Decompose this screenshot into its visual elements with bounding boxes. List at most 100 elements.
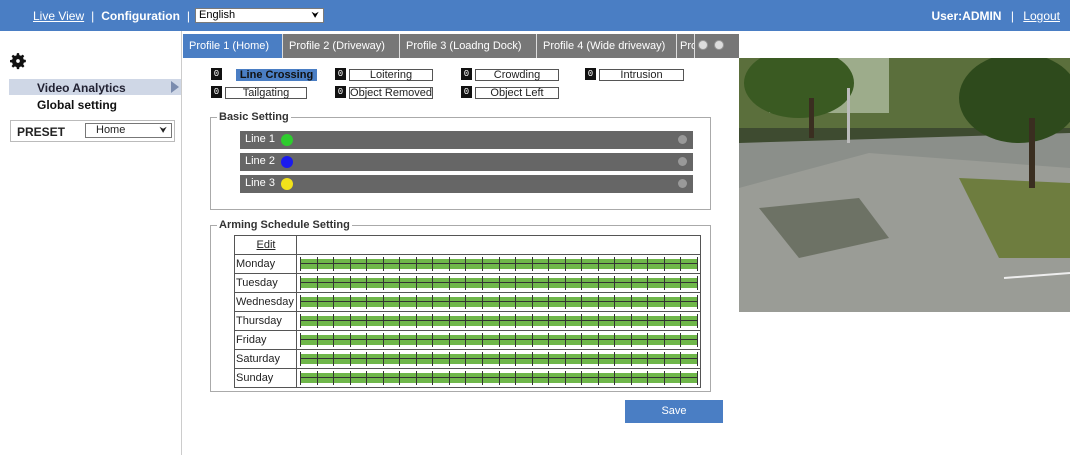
hour-tick [597,371,599,385]
detection-label: Object Left [475,87,559,99]
hour-tick [697,371,698,385]
schedule-bar[interactable] [300,276,698,290]
schedule-row[interactable]: Monday [234,254,701,274]
tab-profile-3[interactable]: Profile 3 (Loadng Dock) [400,34,537,58]
schedule-bar[interactable] [300,257,698,271]
hour-tick [349,352,351,366]
schedule-bar-cell[interactable] [296,273,701,293]
chevron-down-icon: ⮟ [159,125,167,135]
tab-profile-2[interactable]: Profile 2 (Driveway) [283,34,400,58]
bar-midline [300,263,697,264]
hour-tick [680,333,682,347]
schedule-bar[interactable] [300,333,698,347]
preset-select[interactable]: Home ⮟ [85,123,172,138]
detection-label: Line Crossing [236,69,317,81]
hour-tick [316,352,318,366]
live-view-link[interactable]: Live View [33,9,84,23]
hour-tick [498,371,500,385]
schedule-bar[interactable] [300,314,698,328]
hour-tick [481,371,483,385]
tab-profile-1[interactable]: Profile 1 (Home) [183,34,283,58]
line-row-3[interactable]: Line 3 [240,175,693,193]
schedule-row[interactable]: Tuesday [234,273,701,293]
hour-tick [597,276,599,290]
camera-image [739,58,1070,312]
hour-tick [465,257,467,271]
hour-tick [432,371,434,385]
close-icon[interactable] [678,135,687,144]
hour-tick [614,352,616,366]
schedule-bar-cell[interactable] [296,292,701,312]
hour-tick [630,352,632,366]
hour-tick [448,352,450,366]
hour-tick [415,333,417,347]
detection-label: Tailgating [225,87,307,99]
schedule-bar-cell[interactable] [296,311,701,331]
hour-tick [349,276,351,290]
schedule-row[interactable]: Friday [234,330,701,350]
schedule-bar-cell[interactable] [296,368,701,388]
hour-tick [647,352,649,366]
hour-tick [597,257,599,271]
save-button[interactable]: Save [625,400,723,423]
schedule-bar[interactable] [300,295,698,309]
day-label: Thursday [234,311,297,331]
scroll-right-icon[interactable] [714,40,724,50]
hour-tick [614,333,616,347]
schedule-row[interactable]: Wednesday [234,292,701,312]
user-label: User:ADMIN [931,9,1002,23]
hour-tick [349,333,351,347]
hour-tick [548,257,550,271]
scroll-left-icon[interactable] [698,40,708,50]
hour-tick [481,276,483,290]
line-row-2[interactable]: Line 2 [240,153,693,171]
logout-link[interactable]: Logout [1023,9,1060,23]
close-icon[interactable] [678,179,687,188]
hour-tick [399,295,401,309]
hour-tick [382,314,384,328]
detection-label: Intrusion [599,69,684,81]
schedule-bar-cell[interactable] [296,349,701,369]
hour-tick [448,371,450,385]
hour-tick [697,276,698,290]
schedule-bar[interactable] [300,352,698,366]
hour-tick [697,333,698,347]
hour-tick [498,352,500,366]
hour-tick [399,371,401,385]
schedule-bar[interactable] [300,371,698,385]
hour-tick [697,295,698,309]
line-color-dot [281,134,293,146]
count-badge: 0 [585,68,596,80]
edit-link[interactable]: Edit [257,239,276,251]
hour-tick [399,276,401,290]
hour-tick [680,371,682,385]
hour-tick [597,352,599,366]
hour-tick [498,257,500,271]
sidebar-item-global-setting[interactable]: Global setting [37,98,117,112]
schedule-row[interactable]: Thursday [234,311,701,331]
preset-value: Home [96,124,126,136]
tab-profile-5[interactable]: Pro [677,34,695,58]
schedule-row[interactable]: Sunday [234,368,701,388]
hour-tick [316,333,318,347]
language-select[interactable]: English ⮟ [195,8,324,23]
hour-tick [548,314,550,328]
bar-midline [300,358,697,359]
edit-cell[interactable]: Edit [234,235,297,255]
line-row-1[interactable]: Line 1 [240,131,693,149]
schedule-row[interactable]: Saturday [234,349,701,369]
hour-tick [597,295,599,309]
hour-tick [481,257,483,271]
configuration-link[interactable]: Configuration [101,9,180,23]
arrow-right-icon [171,81,179,93]
hour-tick [415,276,417,290]
schedule-bar-cell[interactable] [296,254,701,274]
close-icon[interactable] [678,157,687,166]
hour-tick [581,276,583,290]
hour-tick [465,314,467,328]
schedule-bar-cell[interactable] [296,330,701,350]
tab-profile-4[interactable]: Profile 4 (Wide driveway) [537,34,677,58]
language-value: English [199,9,236,21]
line-label: Line 3 [245,177,275,189]
sidebar-item-video-analytics[interactable]: Video Analytics [9,79,181,95]
